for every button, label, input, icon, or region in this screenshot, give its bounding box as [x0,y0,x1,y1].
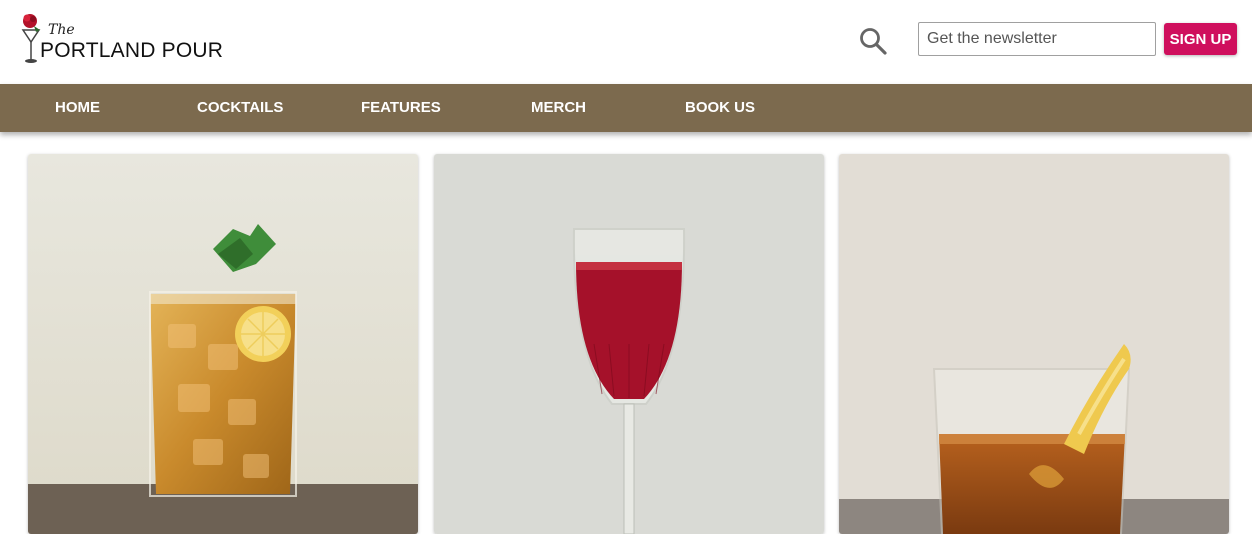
cocktail-image [839,154,1229,534]
cocktail-image [434,154,824,534]
cocktail-card[interactable] [28,154,418,534]
newsletter-email-input[interactable] [918,22,1156,56]
logo-the: The [48,22,75,38]
signup-button[interactable]: SIGN UP [1164,23,1237,55]
site-header: The PORTLAND POUR SIGN UP [0,0,1252,84]
nav-item-merch[interactable]: MERCH [531,84,586,132]
cocktail-image [28,154,418,534]
cocktail-card[interactable] [839,154,1229,534]
logo-wordmark: PORTLAND POUR [40,39,224,62]
nav-item-cocktails[interactable]: COCKTAILS [197,84,283,132]
nav-item-book-us[interactable]: BOOK US [685,84,755,132]
cocktail-card[interactable] [434,154,824,534]
nav-item-home[interactable]: HOME [55,84,100,132]
search-icon[interactable] [858,26,888,56]
main-nav: HOME COCKTAILS FEATURES MERCH BOOK US [0,84,1252,132]
site-logo[interactable]: The PORTLAND POUR [18,12,223,68]
nav-item-features[interactable]: FEATURES [361,84,441,132]
